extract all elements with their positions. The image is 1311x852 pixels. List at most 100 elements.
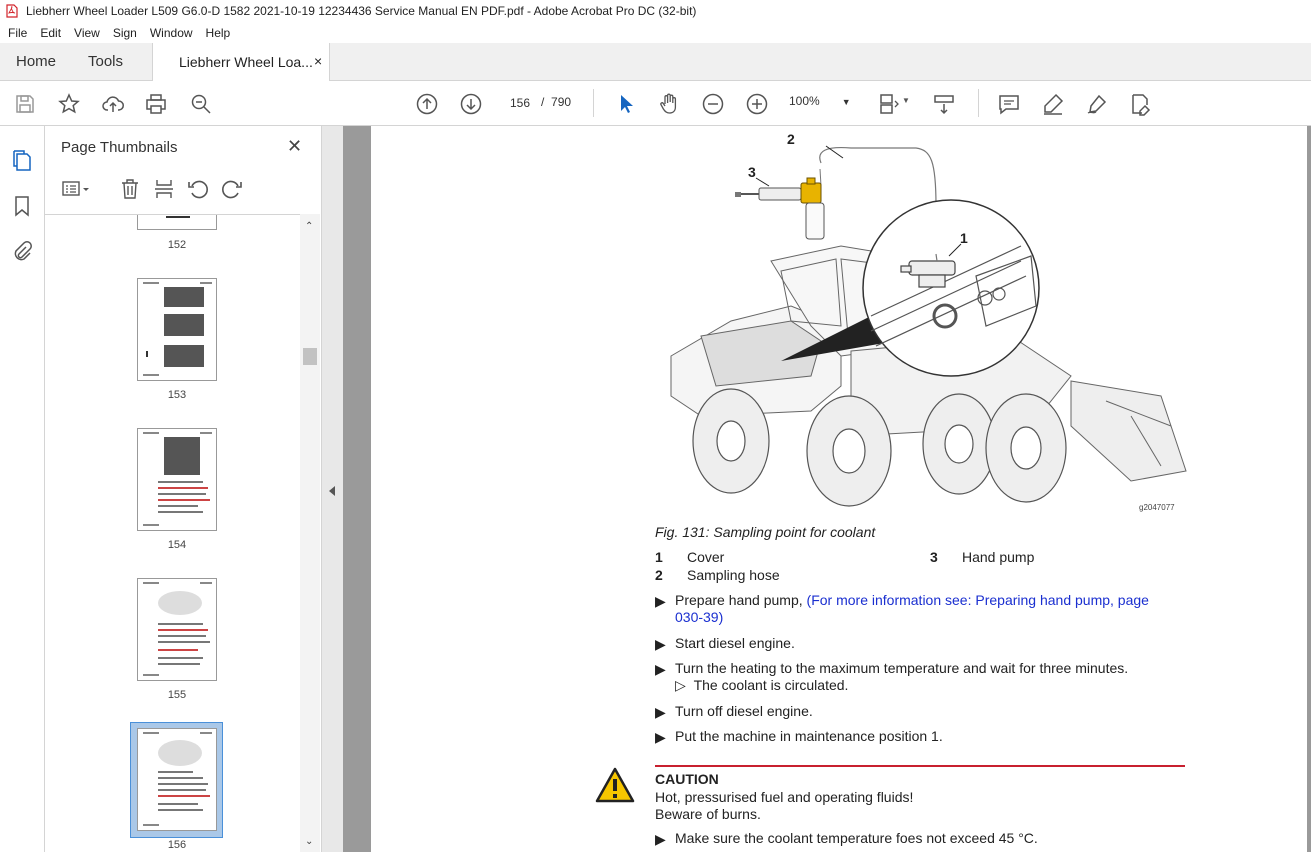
step-text: Prepare hand pump,	[675, 592, 807, 608]
scrollbar-thumb[interactable]	[303, 348, 317, 365]
zoom-level-select[interactable]: 100% ▼	[789, 94, 851, 108]
close-icon[interactable]: ✕	[287, 136, 302, 157]
scroll-up-icon[interactable]: ⌃	[305, 221, 313, 232]
window-title: Liebherr Wheel Loader L509 G6.0-D 1582 2…	[26, 4, 697, 18]
comment-icon[interactable]	[997, 92, 1021, 116]
step-text: Make sure the coolant temperature foes n…	[675, 830, 1038, 846]
tab-close-button[interactable]: ×	[314, 53, 322, 69]
result-arrow-icon: ▷	[675, 677, 686, 693]
hand-tool-icon[interactable]	[657, 92, 681, 116]
toolbar-divider	[978, 89, 979, 117]
next-page-icon[interactable]	[459, 92, 483, 116]
legend-label: Sampling hose	[687, 567, 780, 583]
tab-bar: Home Tools Liebherr Wheel Loa... ×	[0, 43, 1311, 81]
attachment-icon[interactable]	[10, 240, 34, 264]
page-fit-icon[interactable]	[877, 92, 901, 116]
thumbnail-list: 152 153 154 155 156	[45, 214, 300, 852]
upload-cloud-icon[interactable]	[101, 92, 125, 116]
page-separator: /	[541, 95, 545, 109]
page-thumbnails-icon[interactable]	[10, 148, 34, 172]
menu-view[interactable]: View	[74, 26, 100, 40]
rotate-left-icon[interactable]	[187, 178, 209, 200]
panel-title: Page Thumbnails	[61, 139, 178, 156]
result-text: The coolant is circulated.	[693, 677, 849, 693]
total-pages: 790	[551, 95, 572, 109]
tab-tools[interactable]: Tools	[88, 53, 123, 70]
scroll-down-icon[interactable]: ⌄	[305, 836, 313, 847]
save-icon[interactable]	[13, 92, 37, 116]
highlight-pen-icon[interactable]	[1041, 92, 1065, 116]
edit-pdf-icon[interactable]	[1129, 92, 1153, 116]
page-count: / 790	[541, 95, 571, 109]
legend-num: 1	[655, 549, 663, 565]
rotate-right-icon[interactable]	[221, 178, 243, 200]
step-text: Turn off diesel engine.	[675, 703, 813, 719]
select-cursor-icon[interactable]	[614, 92, 638, 116]
thumbnail-page-154[interactable]	[137, 428, 217, 531]
step-arrow-icon: ▶	[655, 636, 666, 652]
current-page-input[interactable]: 156	[500, 91, 540, 115]
chevron-down-icon: ▼	[841, 97, 851, 107]
legend-num: 3	[930, 549, 938, 565]
title-bar: Liebherr Wheel Loader L509 G6.0-D 1582 2…	[0, 0, 1311, 22]
thumbnail-toolbar	[57, 176, 312, 206]
thumbnail-page-152[interactable]	[137, 215, 217, 230]
thumbnail-page-156[interactable]	[137, 728, 217, 831]
main-toolbar: 156 / 790 100% ▼ ▼	[0, 81, 1311, 126]
extract-pages-icon[interactable]	[153, 178, 175, 200]
pdf-page: 2 3 1 g2047077 Fig. 131: Sampling point …	[371, 126, 1307, 852]
previous-page-icon[interactable]	[415, 92, 439, 116]
legend-label: Hand pump	[962, 549, 1035, 565]
menu-sign[interactable]: Sign	[113, 26, 137, 40]
panel-collapse-bar[interactable]	[322, 126, 343, 852]
caution-title: CAUTION	[655, 771, 719, 787]
options-menu-icon[interactable]	[61, 178, 91, 200]
thumbnail-label: 152	[167, 239, 187, 251]
tab-document-label: Liebherr Wheel Loa...	[179, 54, 313, 70]
step-arrow-icon: ▶	[655, 704, 666, 720]
acrobat-pdf-icon	[6, 4, 18, 18]
menu-file[interactable]: File	[8, 26, 27, 40]
sign-pen-icon[interactable]	[1085, 92, 1109, 116]
step-arrow-icon: ▶	[655, 729, 666, 745]
thumbnail-scrollbar[interactable]: ⌃ ⌄	[300, 214, 320, 852]
legend-num: 2	[655, 567, 663, 583]
navigation-rail	[0, 126, 45, 852]
callout-2: 2	[787, 131, 795, 147]
caution-text: Hot, pressurised fuel and operating flui…	[655, 789, 914, 805]
tab-document[interactable]: Liebherr Wheel Loa... ×	[152, 43, 330, 81]
print-icon[interactable]	[144, 92, 168, 116]
zoom-out-icon[interactable]	[701, 92, 725, 116]
callout-1: 1	[960, 230, 968, 246]
warning-triangle-icon	[595, 767, 635, 803]
thumbnail-label: 153	[167, 389, 187, 401]
tab-home[interactable]: Home	[16, 53, 56, 70]
step-arrow-icon: ▶	[655, 593, 666, 609]
wheel-loader-illustration	[670, 145, 1187, 507]
caution-text: Beware of burns.	[655, 806, 761, 822]
document-viewer: 2 3 1 g2047077 Fig. 131: Sampling point …	[343, 126, 1311, 852]
thumbnail-page-155[interactable]	[137, 578, 217, 681]
star-icon[interactable]	[57, 92, 81, 116]
thumbnail-label: 154	[167, 539, 187, 551]
menu-window[interactable]: Window	[150, 26, 193, 40]
menu-help[interactable]: Help	[206, 26, 231, 40]
toolbar-divider	[593, 89, 594, 117]
thumbnail-label: 155	[167, 689, 187, 701]
caution-divider	[655, 765, 1185, 767]
step-text: Turn the heating to the maximum temperat…	[675, 660, 1129, 676]
zoom-search-icon[interactable]	[189, 92, 213, 116]
collapse-arrow-icon[interactable]	[329, 486, 335, 496]
bookmark-icon[interactable]	[10, 194, 34, 218]
delete-icon[interactable]	[119, 178, 141, 200]
menu-edit[interactable]: Edit	[40, 26, 61, 40]
callout-3: 3	[748, 164, 756, 180]
thumbnail-page-153[interactable]	[137, 278, 217, 381]
menu-bar: File Edit View Sign Window Help	[0, 22, 1311, 43]
thumbnail-label: 156	[167, 839, 187, 851]
chevron-down-icon[interactable]: ▼	[902, 96, 910, 105]
scroll-mode-icon[interactable]	[932, 92, 956, 116]
zoom-in-icon[interactable]	[745, 92, 769, 116]
figure-id: g2047077	[1139, 503, 1175, 512]
step-text: Put the machine in maintenance position …	[675, 728, 943, 744]
